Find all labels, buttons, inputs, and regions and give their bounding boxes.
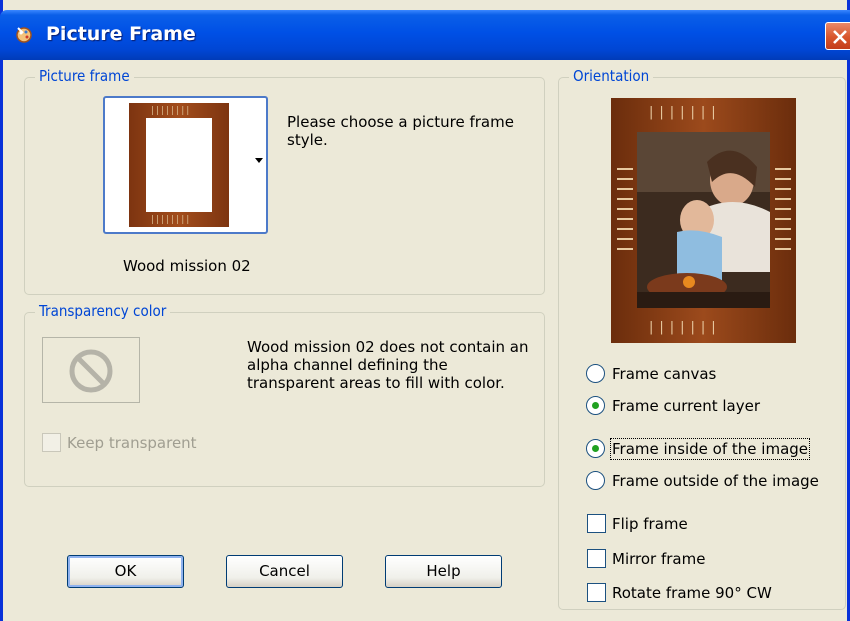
frame-outside-radio[interactable] bbox=[586, 471, 605, 490]
rotate-frame-checkbox[interactable] bbox=[587, 583, 606, 602]
orientation-group-label: Orientation bbox=[569, 67, 654, 85]
keep-transparent-checkbox[interactable] bbox=[42, 433, 61, 452]
keep-transparent-label: Keep transparent bbox=[67, 434, 197, 452]
flip-frame-checkbox[interactable] bbox=[587, 514, 606, 533]
help-button[interactable]: Help bbox=[385, 555, 502, 588]
frame-canvas-radio[interactable] bbox=[586, 364, 605, 383]
preview-photo bbox=[637, 132, 770, 308]
rotate-frame-label: Rotate frame 90° CW bbox=[612, 584, 772, 602]
frame-inside-radio[interactable] bbox=[586, 439, 605, 458]
ok-button[interactable]: OK bbox=[67, 555, 184, 588]
app-icon bbox=[14, 24, 34, 44]
picture-frame-group-label: Picture frame bbox=[35, 67, 134, 85]
transparency-group-label: Transparency color bbox=[35, 302, 171, 320]
cancel-button[interactable]: Cancel bbox=[226, 555, 343, 588]
frame-current-layer-radio[interactable] bbox=[586, 396, 605, 415]
window-title: Picture Frame bbox=[46, 23, 196, 45]
frame-outside-label: Frame outside of the image bbox=[612, 472, 819, 490]
frame-canvas-label: Frame canvas bbox=[612, 365, 717, 383]
flip-frame-label: Flip frame bbox=[612, 515, 688, 533]
frame-inside-label: Frame inside of the image bbox=[609, 438, 811, 460]
frame-preview-image: ||||||| ||||||| bbox=[611, 98, 796, 343]
transparency-color-swatch bbox=[42, 337, 140, 403]
frame-style-picker[interactable]: |||||||| |||||||| bbox=[103, 96, 268, 234]
close-icon bbox=[833, 30, 847, 44]
mirror-frame-checkbox[interactable] bbox=[587, 549, 606, 568]
dropdown-arrow-icon[interactable] bbox=[255, 158, 263, 163]
close-button[interactable] bbox=[825, 22, 850, 50]
frame-thumbnail: |||||||| |||||||| bbox=[129, 103, 229, 227]
transparency-message: Wood mission 02 does not contain an alph… bbox=[247, 338, 529, 392]
frame-current-layer-label: Frame current layer bbox=[612, 397, 761, 415]
picture-frame-dialog: Picture Frame Picture frame |||||||| |||… bbox=[0, 0, 850, 621]
no-entry-icon bbox=[68, 348, 114, 398]
selected-frame-name: Wood mission 02 bbox=[123, 257, 251, 275]
mirror-frame-label: Mirror frame bbox=[612, 550, 706, 568]
frame-instruction: Please choose a picture frame style. bbox=[287, 113, 514, 149]
title-bar[interactable]: Picture Frame bbox=[0, 10, 850, 60]
